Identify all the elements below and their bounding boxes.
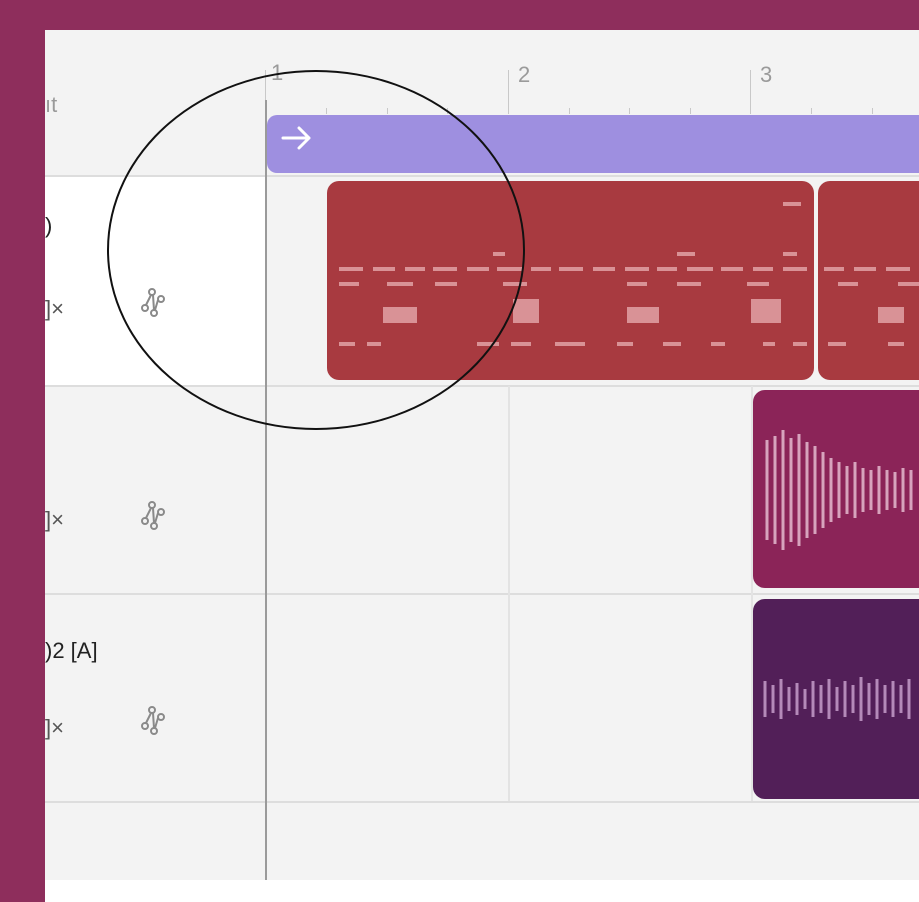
beat-tick bbox=[690, 108, 691, 114]
audio-waveform bbox=[763, 677, 911, 721]
track-header-3[interactable] bbox=[45, 594, 265, 802]
mute-button[interactable]: ]× bbox=[45, 715, 64, 741]
bar-tick bbox=[750, 70, 751, 114]
divider bbox=[45, 385, 919, 387]
audio-waveform bbox=[765, 430, 913, 550]
arrangement-view: 1 2 3 ıt ) ]× ]×)2 [A]]× bbox=[45, 30, 919, 880]
bar-number-3: 3 bbox=[760, 62, 773, 87]
midi-clip[interactable] bbox=[818, 181, 919, 380]
bottom-edge bbox=[45, 880, 919, 902]
beat-tick bbox=[629, 108, 630, 114]
mute-button[interactable]: ]× bbox=[45, 507, 64, 533]
audio-clip[interactable] bbox=[753, 599, 919, 799]
audio-clip[interactable] bbox=[753, 390, 919, 588]
beat-tick bbox=[872, 108, 873, 114]
route-icon[interactable] bbox=[140, 705, 166, 735]
divider bbox=[45, 593, 919, 595]
mute-button[interactable]: ]× bbox=[45, 296, 64, 322]
bar-tick bbox=[508, 70, 509, 114]
grid-line bbox=[508, 386, 510, 801]
annotation-circle bbox=[107, 70, 525, 430]
bar-number-2: 2 bbox=[518, 62, 531, 87]
midi-notes bbox=[824, 267, 919, 346]
column-header-label: ıt bbox=[45, 92, 58, 117]
track-name[interactable]: )2 [A] bbox=[45, 638, 98, 664]
beat-tick bbox=[569, 108, 570, 114]
track-name[interactable]: ) bbox=[45, 213, 52, 239]
route-icon[interactable] bbox=[140, 500, 166, 530]
beat-tick bbox=[811, 108, 812, 114]
divider bbox=[45, 801, 919, 803]
track-header-2[interactable] bbox=[45, 386, 265, 593]
